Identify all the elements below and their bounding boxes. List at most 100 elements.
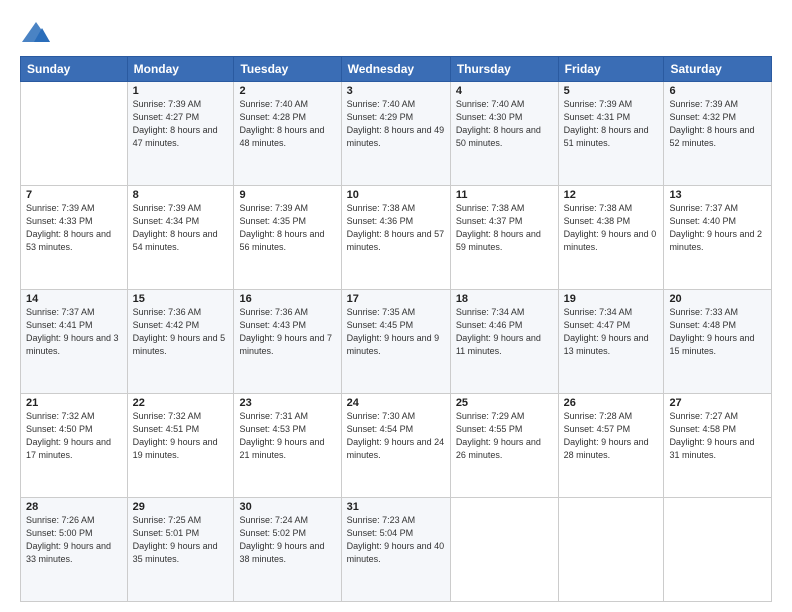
calendar-cell: 21Sunrise: 7:32 AMSunset: 4:50 PMDayligh… bbox=[21, 394, 128, 498]
calendar-cell: 6 Sunrise: 7:39 AMSunset: 4:32 PMDaylight… bbox=[664, 82, 772, 186]
calendar-cell: 23 Sunrise: 7:31 AMSunset: 4:53 PMDayligh… bbox=[234, 394, 341, 498]
logo bbox=[20, 20, 55, 48]
day-info: Sunrise: 7:34 AMSunset: 4:47 PMDaylight:… bbox=[564, 307, 649, 356]
weekday-header-cell: Wednesday bbox=[341, 57, 450, 82]
day-number: 14 bbox=[26, 293, 122, 305]
day-number: 13 bbox=[669, 189, 766, 201]
day-number: 21 bbox=[26, 397, 122, 409]
calendar-row: 28 Sunrise: 7:26 AMSunset: 5:00 PMDayligh… bbox=[21, 498, 772, 602]
calendar-row: 1 Sunrise: 7:39 AMSunset: 4:27 PMDaylight… bbox=[21, 82, 772, 186]
day-number: 27 bbox=[669, 397, 766, 409]
weekday-header-cell: Friday bbox=[558, 57, 664, 82]
calendar-table: SundayMondayTuesdayWednesdayThursdayFrid… bbox=[20, 56, 772, 602]
weekday-header-cell: Saturday bbox=[664, 57, 772, 82]
day-info: Sunrise: 7:38 AMSunset: 4:36 PMDaylight:… bbox=[347, 203, 445, 252]
day-number: 10 bbox=[347, 189, 445, 201]
calendar-cell: 16Sunrise: 7:36 AMSunset: 4:43 PMDayligh… bbox=[234, 290, 341, 394]
header bbox=[20, 16, 772, 48]
weekday-header-cell: Tuesday bbox=[234, 57, 341, 82]
calendar-cell: 4 Sunrise: 7:40 AMSunset: 4:30 PMDaylight… bbox=[450, 82, 558, 186]
day-info: Sunrise: 7:40 AMSunset: 4:29 PMDaylight:… bbox=[347, 99, 445, 148]
day-number: 4 bbox=[456, 85, 553, 97]
calendar-cell: 10 Sunrise: 7:38 AMSunset: 4:36 PMDayligh… bbox=[341, 186, 450, 290]
calendar-cell: 26Sunrise: 7:28 AMSunset: 4:57 PMDayligh… bbox=[558, 394, 664, 498]
day-number: 29 bbox=[133, 501, 229, 513]
calendar-cell: 22 Sunrise: 7:32 AMSunset: 4:51 PMDayligh… bbox=[127, 394, 234, 498]
calendar-cell: 15Sunrise: 7:36 AMSunset: 4:42 PMDayligh… bbox=[127, 290, 234, 394]
day-number: 9 bbox=[239, 189, 335, 201]
day-info: Sunrise: 7:40 AMSunset: 4:30 PMDaylight:… bbox=[456, 99, 541, 148]
day-info: Sunrise: 7:39 AMSunset: 4:33 PMDaylight:… bbox=[26, 203, 111, 252]
day-info: Sunrise: 7:32 AMSunset: 4:51 PMDaylight:… bbox=[133, 411, 218, 460]
day-number: 22 bbox=[133, 397, 229, 409]
day-number: 31 bbox=[347, 501, 445, 513]
calendar-cell: 3 Sunrise: 7:40 AMSunset: 4:29 PMDaylight… bbox=[341, 82, 450, 186]
calendar-cell bbox=[21, 82, 128, 186]
day-info: Sunrise: 7:36 AMSunset: 4:43 PMDaylight:… bbox=[239, 307, 332, 356]
day-info: Sunrise: 7:37 AMSunset: 4:40 PMDaylight:… bbox=[669, 203, 762, 252]
day-number: 20 bbox=[669, 293, 766, 305]
calendar-cell: 13 Sunrise: 7:37 AMSunset: 4:40 PMDayligh… bbox=[664, 186, 772, 290]
calendar-cell: 27 Sunrise: 7:27 AMSunset: 4:58 PMDayligh… bbox=[664, 394, 772, 498]
day-number: 15 bbox=[133, 293, 229, 305]
day-info: Sunrise: 7:39 AMSunset: 4:32 PMDaylight:… bbox=[669, 99, 754, 148]
calendar-row: 14Sunrise: 7:37 AMSunset: 4:41 PMDayligh… bbox=[21, 290, 772, 394]
day-number: 28 bbox=[26, 501, 122, 513]
day-info: Sunrise: 7:34 AMSunset: 4:46 PMDaylight:… bbox=[456, 307, 541, 356]
calendar-cell: 11 Sunrise: 7:38 AMSunset: 4:37 PMDayligh… bbox=[450, 186, 558, 290]
day-number: 2 bbox=[239, 85, 335, 97]
day-number: 3 bbox=[347, 85, 445, 97]
calendar-cell: 30Sunrise: 7:24 AMSunset: 5:02 PMDayligh… bbox=[234, 498, 341, 602]
day-number: 17 bbox=[347, 293, 445, 305]
day-number: 18 bbox=[456, 293, 553, 305]
calendar-body: 1 Sunrise: 7:39 AMSunset: 4:27 PMDaylight… bbox=[21, 82, 772, 602]
calendar-cell: 9 Sunrise: 7:39 AMSunset: 4:35 PMDaylight… bbox=[234, 186, 341, 290]
calendar-cell: 31 Sunrise: 7:23 AMSunset: 5:04 PMDayligh… bbox=[341, 498, 450, 602]
day-number: 24 bbox=[347, 397, 445, 409]
calendar-cell: 28 Sunrise: 7:26 AMSunset: 5:00 PMDayligh… bbox=[21, 498, 128, 602]
day-number: 8 bbox=[133, 189, 229, 201]
day-info: Sunrise: 7:26 AMSunset: 5:00 PMDaylight:… bbox=[26, 515, 111, 564]
day-number: 25 bbox=[456, 397, 553, 409]
calendar-cell: 25Sunrise: 7:29 AMSunset: 4:55 PMDayligh… bbox=[450, 394, 558, 498]
calendar-cell: 14Sunrise: 7:37 AMSunset: 4:41 PMDayligh… bbox=[21, 290, 128, 394]
calendar-cell: 1 Sunrise: 7:39 AMSunset: 4:27 PMDaylight… bbox=[127, 82, 234, 186]
day-info: Sunrise: 7:38 AMSunset: 4:38 PMDaylight:… bbox=[564, 203, 657, 252]
day-info: Sunrise: 7:28 AMSunset: 4:57 PMDaylight:… bbox=[564, 411, 649, 460]
day-number: 7 bbox=[26, 189, 122, 201]
day-info: Sunrise: 7:40 AMSunset: 4:28 PMDaylight:… bbox=[239, 99, 324, 148]
day-info: Sunrise: 7:38 AMSunset: 4:37 PMDaylight:… bbox=[456, 203, 541, 252]
weekday-header-cell: Sunday bbox=[21, 57, 128, 82]
day-info: Sunrise: 7:24 AMSunset: 5:02 PMDaylight:… bbox=[239, 515, 324, 564]
calendar-row: 7 Sunrise: 7:39 AMSunset: 4:33 PMDaylight… bbox=[21, 186, 772, 290]
calendar-cell: 12 Sunrise: 7:38 AMSunset: 4:38 PMDayligh… bbox=[558, 186, 664, 290]
weekday-header-cell: Monday bbox=[127, 57, 234, 82]
day-info: Sunrise: 7:39 AMSunset: 4:35 PMDaylight:… bbox=[239, 203, 324, 252]
calendar-cell: 17Sunrise: 7:35 AMSunset: 4:45 PMDayligh… bbox=[341, 290, 450, 394]
day-info: Sunrise: 7:31 AMSunset: 4:53 PMDaylight:… bbox=[239, 411, 324, 460]
day-info: Sunrise: 7:23 AMSunset: 5:04 PMDaylight:… bbox=[347, 515, 445, 564]
day-number: 12 bbox=[564, 189, 659, 201]
calendar-cell: 8Sunrise: 7:39 AMSunset: 4:34 PMDaylight… bbox=[127, 186, 234, 290]
day-info: Sunrise: 7:27 AMSunset: 4:58 PMDaylight:… bbox=[669, 411, 754, 460]
calendar-cell bbox=[450, 498, 558, 602]
weekday-header-cell: Thursday bbox=[450, 57, 558, 82]
day-number: 5 bbox=[564, 85, 659, 97]
weekday-header: SundayMondayTuesdayWednesdayThursdayFrid… bbox=[21, 57, 772, 82]
calendar-row: 21Sunrise: 7:32 AMSunset: 4:50 PMDayligh… bbox=[21, 394, 772, 498]
calendar-cell bbox=[664, 498, 772, 602]
page: SundayMondayTuesdayWednesdayThursdayFrid… bbox=[0, 0, 792, 612]
calendar-cell: 20Sunrise: 7:33 AMSunset: 4:48 PMDayligh… bbox=[664, 290, 772, 394]
day-info: Sunrise: 7:39 AMSunset: 4:31 PMDaylight:… bbox=[564, 99, 649, 148]
calendar-cell bbox=[558, 498, 664, 602]
logo-icon bbox=[20, 20, 52, 48]
day-number: 23 bbox=[239, 397, 335, 409]
day-number: 1 bbox=[133, 85, 229, 97]
calendar-cell: 24Sunrise: 7:30 AMSunset: 4:54 PMDayligh… bbox=[341, 394, 450, 498]
day-info: Sunrise: 7:25 AMSunset: 5:01 PMDaylight:… bbox=[133, 515, 218, 564]
calendar-cell: 5 Sunrise: 7:39 AMSunset: 4:31 PMDaylight… bbox=[558, 82, 664, 186]
day-number: 6 bbox=[669, 85, 766, 97]
day-info: Sunrise: 7:39 AMSunset: 4:27 PMDaylight:… bbox=[133, 99, 218, 148]
day-number: 11 bbox=[456, 189, 553, 201]
calendar-cell: 29 Sunrise: 7:25 AMSunset: 5:01 PMDayligh… bbox=[127, 498, 234, 602]
